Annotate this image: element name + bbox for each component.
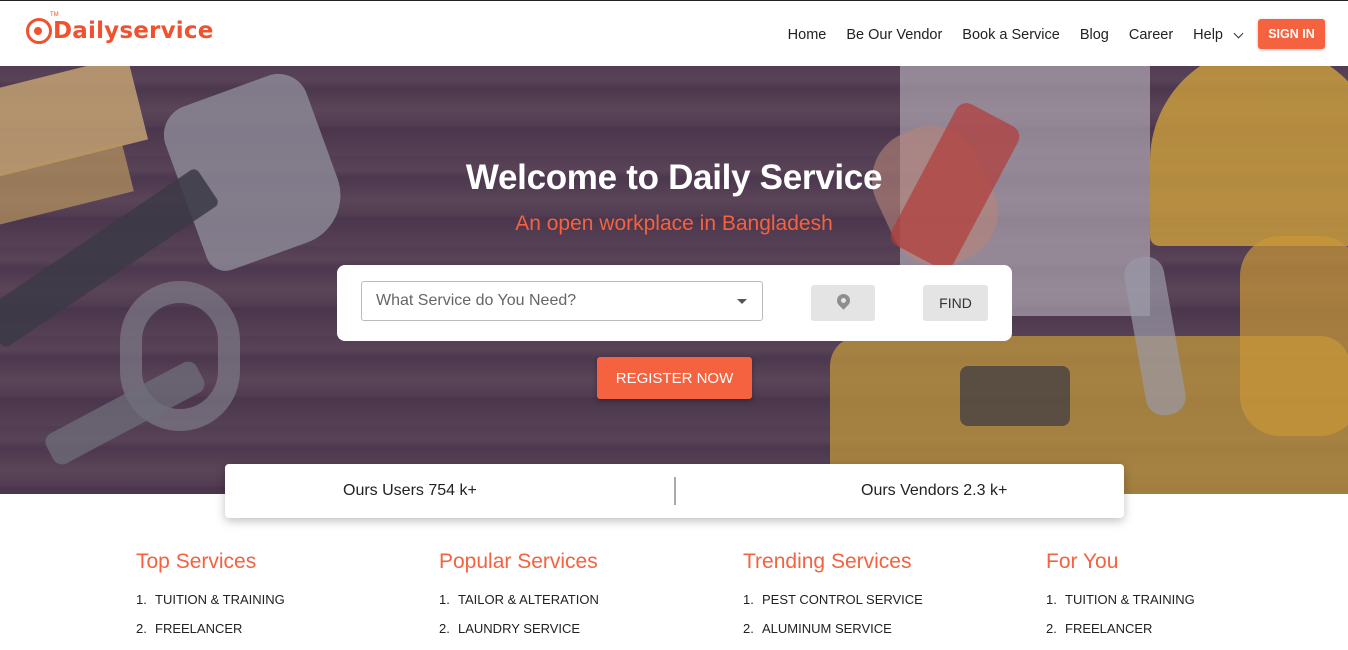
- service-search-select[interactable]: What Service do You Need?: [361, 281, 763, 321]
- find-button[interactable]: FIND: [923, 285, 988, 321]
- logo[interactable]: TM Dailyservice: [26, 11, 214, 51]
- top-services-column: Top Services 1. TUITION & TRAINING 2. FREE…: [136, 550, 396, 650]
- hero-subtitle: An open workplace in Bangladesh: [515, 212, 833, 235]
- users-count: Ours Users 754 k+: [343, 482, 477, 499]
- list-item[interactable]: 2. ALUMINUM SERVICE: [743, 621, 1003, 650]
- hero-bg-glove: [1240, 236, 1348, 436]
- hero-bg-tools: [960, 366, 1070, 426]
- list-item[interactable]: 1. TUITION & TRAINING: [136, 592, 396, 621]
- nav-help-dropdown[interactable]: Help: [1193, 25, 1244, 45]
- column-title: Popular Services: [439, 550, 598, 573]
- search-placeholder: What Service do You Need?: [376, 292, 577, 309]
- stats-card: Ours Users 754 k+ Ours Vendors 2.3 k+: [225, 464, 1124, 518]
- dropdown-caret-icon: [737, 299, 747, 304]
- register-now-button[interactable]: REGISTER NOW: [597, 357, 752, 399]
- trending-services-column: Trending Services 1. PEST CONTROL SERVICE…: [743, 550, 1003, 650]
- list-item[interactable]: 2. FREELANCER: [136, 621, 396, 650]
- column-title: Trending Services: [743, 550, 912, 573]
- column-title: Top Services: [136, 550, 257, 573]
- logo-text: Dailyservice: [53, 18, 214, 44]
- nav-be-our-vendor[interactable]: Be Our Vendor: [846, 25, 942, 45]
- location-pin-icon: [834, 291, 853, 310]
- column-title: For You: [1046, 550, 1119, 573]
- location-button[interactable]: [811, 285, 875, 321]
- vendors-count: Ours Vendors 2.3 k+: [861, 482, 1008, 499]
- nav-career[interactable]: Career: [1129, 25, 1173, 45]
- hero-title: Welcome to Daily Service: [465, 158, 883, 197]
- logo-mark-icon: [26, 18, 52, 44]
- list-item[interactable]: 2. FREELANCER: [1046, 621, 1306, 650]
- hero-banner: Welcome to Daily Service An open workpla…: [0, 66, 1348, 494]
- sign-in-button[interactable]: SIGN IN: [1258, 19, 1325, 49]
- popular-services-column: Popular Services 1. TAILOR & ALTERATION 2…: [439, 550, 699, 650]
- search-card: What Service do You Need? FIND: [337, 265, 1012, 341]
- list-item[interactable]: 1. PEST CONTROL SERVICE: [743, 592, 1003, 621]
- logo-trademark: TM: [50, 12, 59, 18]
- stats-divider: [674, 477, 676, 505]
- list-item[interactable]: 1. TUITION & TRAINING: [1046, 592, 1306, 621]
- top-navbar: TM Dailyservice Home Be Our Vendor Book …: [0, 0, 1348, 66]
- nav-help-label: Help: [1193, 27, 1223, 43]
- nav-blog[interactable]: Blog: [1080, 25, 1109, 45]
- main-nav: Home Be Our Vendor Book a Service Blog C…: [768, 25, 1244, 45]
- for-you-column: For You 1. TUITION & TRAINING 2. FREELANCE…: [1046, 550, 1306, 650]
- nav-home[interactable]: Home: [788, 25, 827, 45]
- list-item[interactable]: 1. TAILOR & ALTERATION: [439, 592, 699, 621]
- chevron-down-icon: [1233, 28, 1244, 39]
- nav-book-a-service[interactable]: Book a Service: [962, 25, 1060, 45]
- list-item[interactable]: 2. LAUNDRY SERVICE: [439, 621, 699, 650]
